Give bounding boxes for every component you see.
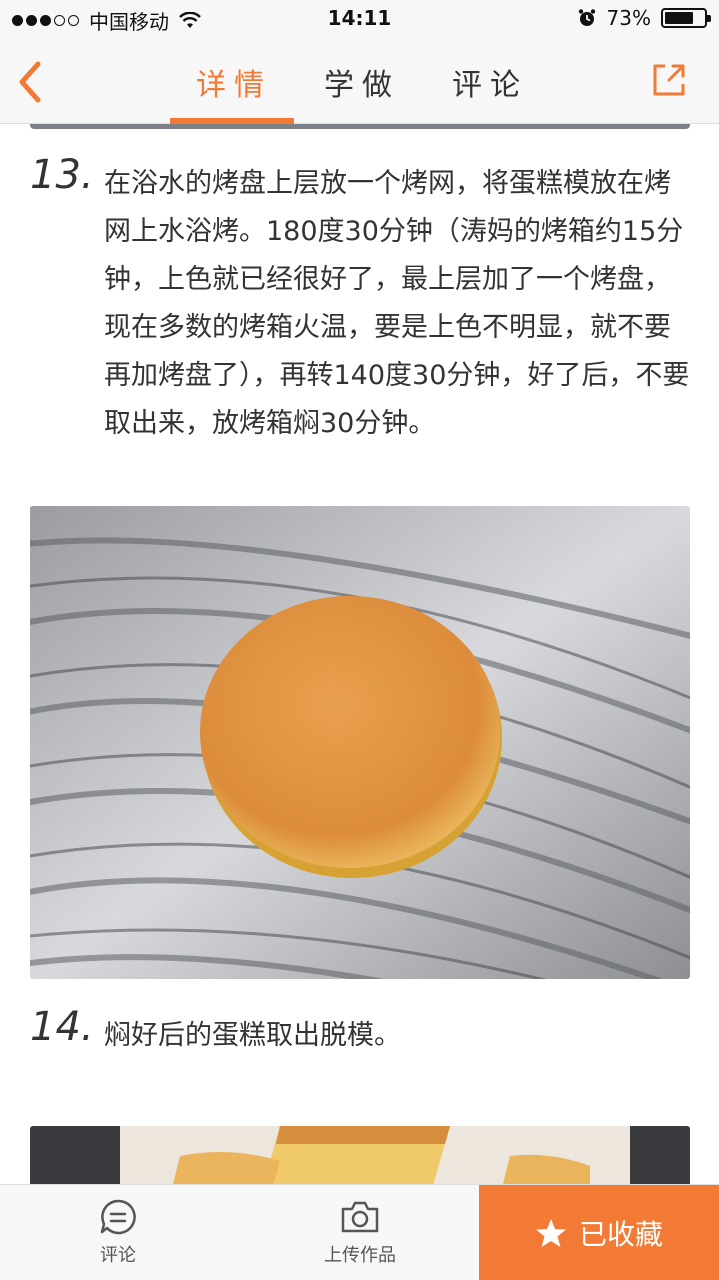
recipe-content[interactable]: 13. 在浴水的烤盘上层放一个烤网，将蛋糕模放在烤网上水浴烤。180度30分钟（…	[0, 124, 719, 1184]
step-number: 13.	[30, 152, 94, 198]
status-bar: 中国移动 14:11 73%	[0, 0, 719, 40]
nav-bar: 详情 学做 评论	[0, 40, 719, 124]
camera-icon	[341, 1201, 379, 1233]
alarm-clock-icon	[578, 9, 595, 26]
battery-icon	[661, 8, 711, 28]
favorite-label: 已收藏	[578, 1218, 663, 1251]
previous-step-photo	[30, 124, 690, 129]
tab-bar: 详情 学做 评论	[170, 40, 554, 124]
step-text: 在浴水的烤盘上层放一个烤网，将蛋糕模放在烤网上水浴烤。180度30分钟（涛妈的烤…	[104, 168, 690, 439]
share-button[interactable]	[649, 60, 689, 100]
bottom-bar: 评论 上传作品 已收藏	[0, 1184, 719, 1280]
star-icon	[535, 1219, 566, 1247]
upload-label: 上传作品	[324, 1245, 396, 1266]
tab-learn[interactable]: 学做	[298, 40, 426, 124]
chevron-left-icon	[19, 61, 41, 103]
comment-bubble-icon	[100, 1199, 136, 1235]
step-item: 14. 焖好后的蛋糕取出脱模。	[30, 1004, 690, 1064]
comment-label: 评论	[100, 1245, 136, 1266]
cake-slices-image	[30, 1126, 690, 1184]
upload-work-button[interactable]: 上传作品	[290, 1197, 430, 1267]
status-right: 73%	[577, 6, 711, 30]
step-photo-cake-slices[interactable]	[30, 1126, 690, 1184]
back-button[interactable]	[12, 58, 48, 106]
tab-comments[interactable]: 评论	[426, 40, 554, 124]
step-number: 14.	[30, 1004, 94, 1050]
step-photo-cake-on-marble[interactable]	[30, 506, 690, 979]
step-text: 焖好后的蛋糕取出脱模。	[104, 1020, 401, 1051]
share-external-icon	[653, 64, 685, 96]
battery-level	[665, 12, 693, 24]
favorite-button[interactable]: 已收藏	[479, 1185, 719, 1280]
tab-details[interactable]: 详情	[170, 40, 298, 124]
comment-button[interactable]: 评论	[48, 1197, 188, 1267]
step-item: 13. 在浴水的烤盘上层放一个烤网，将蛋糕模放在烤网上水浴烤。180度30分钟（…	[30, 152, 690, 452]
battery-percent: 73%	[606, 6, 651, 30]
cake-photo-image	[30, 506, 690, 979]
